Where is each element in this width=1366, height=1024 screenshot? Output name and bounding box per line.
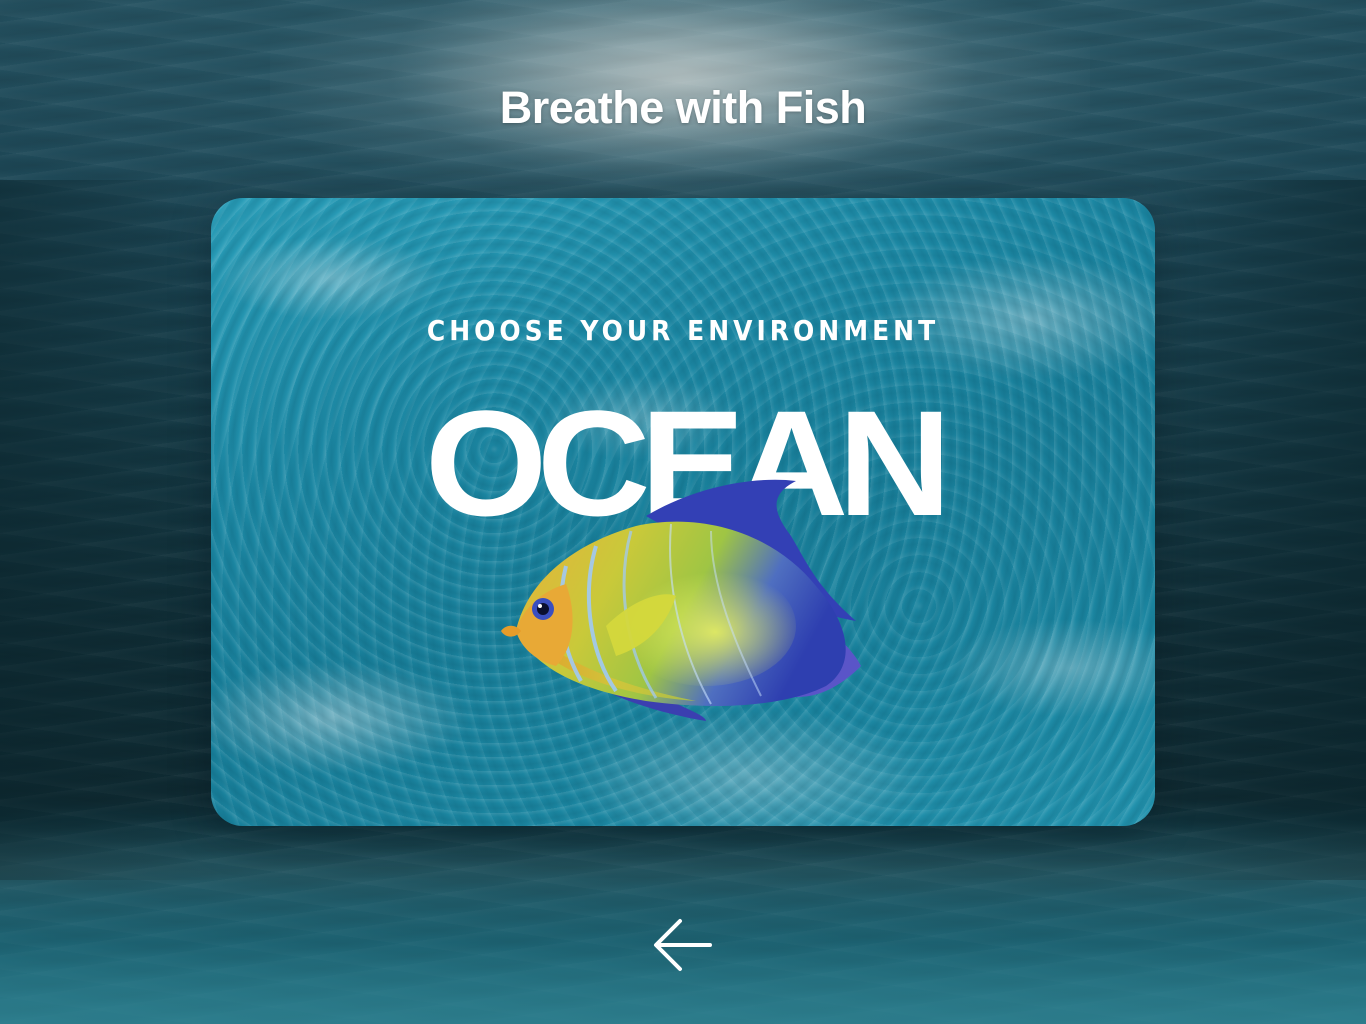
environment-card-ocean[interactable]: CHOOSE YOUR ENVIRONMENT OCEAN [211,198,1155,826]
arrow-left-icon [654,919,712,971]
angelfish-image [501,479,861,721]
background-shadow-right [1146,180,1366,880]
back-button[interactable] [646,914,720,976]
choose-environment-label: CHOOSE YOUR ENVIRONMENT [426,314,940,347]
background-shadow-left [0,180,220,880]
app-title: Breathe with Fish [499,82,867,133]
